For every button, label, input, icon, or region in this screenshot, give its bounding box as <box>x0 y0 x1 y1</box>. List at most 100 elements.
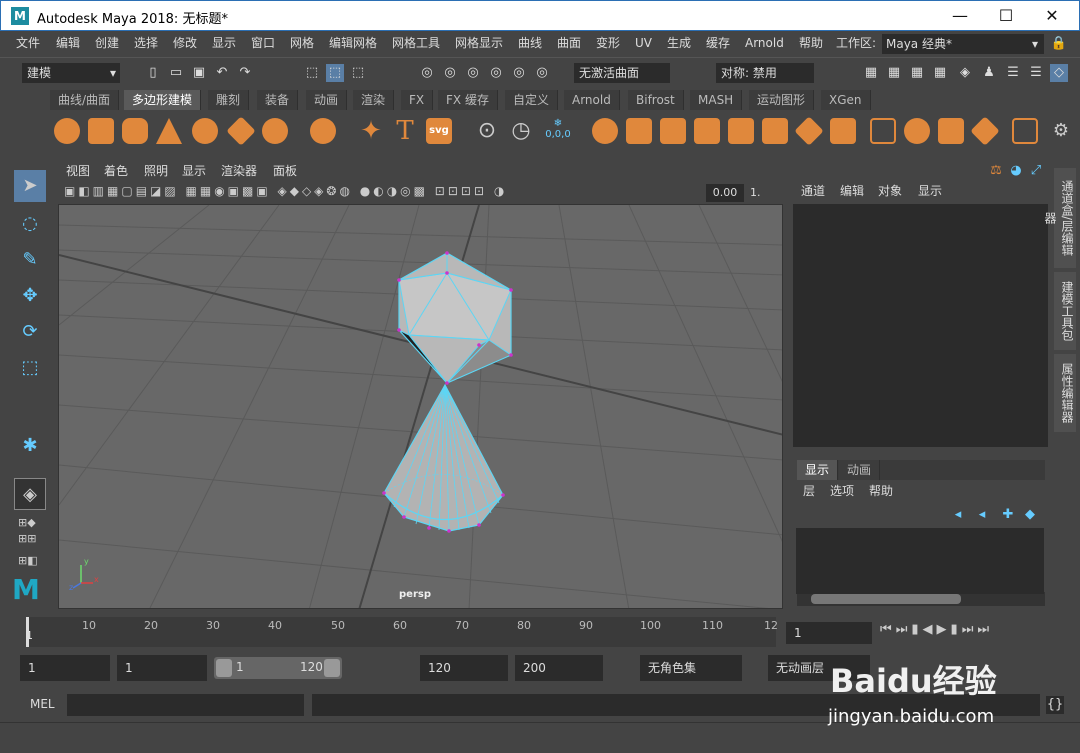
layer-move-up-icon[interactable]: ◂ <box>949 506 967 524</box>
menu-mesh[interactable]: 网格 <box>290 31 314 56</box>
shelf-tab-custom[interactable]: 自定义 <box>505 90 559 110</box>
type-tool-icon[interactable]: T <box>392 118 418 144</box>
particles-icon[interactable]: ❄ 0,0,0 <box>542 118 574 148</box>
workspace-dropdown[interactable]: Maya 经典* ▾ <box>882 34 1044 54</box>
minimize-button[interactable]: — <box>937 1 983 31</box>
poly-torus-icon[interactable] <box>192 118 218 144</box>
menu-modify[interactable]: 修改 <box>173 31 197 56</box>
snap-vertex-icon[interactable]: ◎ <box>533 64 551 82</box>
mirror-icon[interactable] <box>660 118 686 144</box>
render-settings-icon[interactable]: ▦ <box>931 64 949 82</box>
playback-end-field[interactable]: 120 <box>420 655 508 681</box>
snap-view-icon[interactable]: ◎ <box>487 64 505 82</box>
snap-point-icon[interactable]: ◎ <box>464 64 482 82</box>
layer-tab-anim[interactable]: 动画 <box>839 460 881 480</box>
layer-menu-help[interactable]: 帮助 <box>869 480 893 502</box>
time-slider[interactable]: 1 10 20 30 40 50 60 70 80 90 100 110 12 <box>26 617 778 647</box>
layout-icon[interactable]: ⊞⊞ <box>18 532 44 546</box>
scale-tool-icon[interactable]: ⬚ <box>14 352 46 384</box>
layer-menu-options[interactable]: 选项 <box>830 480 854 502</box>
menu-deform[interactable]: 变形 <box>596 31 620 56</box>
bridge-icon[interactable] <box>794 116 824 146</box>
shelf-tab-rig[interactable]: 装备 <box>257 90 299 110</box>
shelf-tab-arnold[interactable]: Arnold <box>564 90 620 110</box>
cone-mesh[interactable] <box>383 383 504 532</box>
exposure-field[interactable]: 0.00 <box>706 184 744 202</box>
viewport-icons[interactable]: ▣◧▥▦▢▤◪▨ ▦▦◉▣▩▣ ◈◆◇◈❂◍ ●◐◑◎▩ ⊡⊡⊡⊡ ◑ <box>64 184 704 202</box>
menu-windows[interactable]: 窗口 <box>251 31 275 56</box>
poly-disc-icon[interactable] <box>262 118 288 144</box>
close-button[interactable]: ✕ <box>1029 1 1075 31</box>
hypershade-icon[interactable]: ◈ <box>956 64 974 82</box>
render-icon[interactable]: ▦ <box>862 64 880 82</box>
soft-mod-icon[interactable]: ✱ <box>14 430 46 462</box>
channel-menu-show[interactable]: 显示 <box>918 180 942 202</box>
viewport-menu-view[interactable]: 视图 <box>66 160 90 182</box>
new-layer-selected-icon[interactable]: ◆ <box>1021 506 1039 524</box>
menu-select[interactable]: 选择 <box>134 31 158 56</box>
poly-plane-icon[interactable] <box>226 116 256 146</box>
target-weld-icon[interactable] <box>904 118 930 144</box>
menu-uv[interactable]: UV <box>635 31 652 56</box>
shelf-tab-poly[interactable]: 多边形建模 <box>124 90 202 110</box>
range-slider-end-handle[interactable] <box>324 659 340 677</box>
layer-tab-display[interactable]: 显示 <box>797 460 839 480</box>
animation-end-field[interactable]: 200 <box>515 655 603 681</box>
render-view-icon[interactable]: ▦ <box>885 64 903 82</box>
snap-grid-icon[interactable]: ◎ <box>418 64 436 82</box>
multicut-icon[interactable] <box>870 118 896 144</box>
layer-scrollbar[interactable] <box>797 592 1045 606</box>
expand-icon[interactable]: ⤢ <box>1027 162 1045 180</box>
shelf-tab-motion[interactable]: 运动图形 <box>749 90 815 110</box>
single-view-icon[interactable]: ◈ <box>14 478 46 510</box>
svg-tool-icon[interactable]: svg <box>426 118 452 144</box>
lock-icon[interactable]: 🔒 <box>1050 35 1068 53</box>
snap-surface-icon[interactable]: ◎ <box>510 64 528 82</box>
viewport-menu-panels[interactable]: 面板 <box>273 160 297 182</box>
select-tool-icon[interactable]: ➤ <box>14 170 46 202</box>
poly-cone-icon[interactable] <box>156 118 182 144</box>
side-tab-attribute-editor[interactable]: 属性编辑器 <box>1054 354 1076 432</box>
menu-cache[interactable]: 缓存 <box>706 31 730 56</box>
paint-select-icon[interactable]: ✎ <box>14 244 46 276</box>
toolkit-icon[interactable]: ☰ <box>1004 64 1022 82</box>
viewport-menu-renderer[interactable]: 渲染器 <box>221 160 257 182</box>
ipr-render-icon[interactable]: ▦ <box>908 64 926 82</box>
menu-create[interactable]: 创建 <box>95 31 119 56</box>
menu-mesh-display[interactable]: 网格显示 <box>455 31 503 56</box>
time-icon[interactable]: ◷ <box>508 118 534 144</box>
mel-label[interactable]: MEL <box>30 697 55 711</box>
menu-edit-mesh[interactable]: 编辑网格 <box>329 31 377 56</box>
menu-file[interactable]: 文件 <box>16 31 40 56</box>
attribute-icon[interactable]: ☰ <box>1027 64 1045 82</box>
symmetry-dropdown[interactable]: 对称: 禁用 <box>716 63 814 83</box>
current-time-marker[interactable] <box>26 617 29 647</box>
gamma-field[interactable]: 1. <box>750 184 780 202</box>
bevel-icon[interactable] <box>830 118 856 144</box>
menu-help[interactable]: 帮助 <box>799 31 823 56</box>
animation-start-field[interactable]: 1 <box>20 655 110 681</box>
shelf-tab-fx-cache[interactable]: FX 缓存 <box>438 90 498 110</box>
current-frame-field[interactable]: 1 <box>786 622 872 644</box>
channel-menu-channels[interactable]: 通道 <box>801 180 825 202</box>
move-tool-icon[interactable]: ✥ <box>14 280 46 312</box>
channel-menu-object[interactable]: 对象 <box>878 180 902 202</box>
shelf-tab-render[interactable]: 渲染 <box>353 90 395 110</box>
shelf-tab-fx[interactable]: FX <box>401 90 434 110</box>
playback-start-field[interactable]: 1 <box>117 655 207 681</box>
save-scene-icon[interactable]: ▣ <box>190 64 208 82</box>
live-surface-field[interactable]: 无激活曲面 <box>574 63 670 83</box>
viewport-menu-show[interactable]: 显示 <box>182 160 206 182</box>
maximize-button[interactable]: ☐ <box>983 1 1029 31</box>
extrude-icon[interactable] <box>762 118 788 144</box>
layer-icon[interactable]: ◕ <box>1007 162 1025 180</box>
redo-icon[interactable]: ↷ <box>236 64 254 82</box>
script-editor-icon[interactable]: {} <box>1046 696 1064 714</box>
lasso-tool-icon[interactable]: ◌ <box>14 208 46 240</box>
shelf-tab-sculpt[interactable]: 雕刻 <box>208 90 250 110</box>
menu-curves[interactable]: 曲线 <box>518 31 542 56</box>
menu-surfaces[interactable]: 曲面 <box>557 31 581 56</box>
combine-icon[interactable] <box>592 118 618 144</box>
side-tab-channel-box[interactable]: 通道盒/层编辑器 <box>1043 168 1076 268</box>
outliner-layout-icon[interactable]: ⊞◧ <box>18 554 44 568</box>
